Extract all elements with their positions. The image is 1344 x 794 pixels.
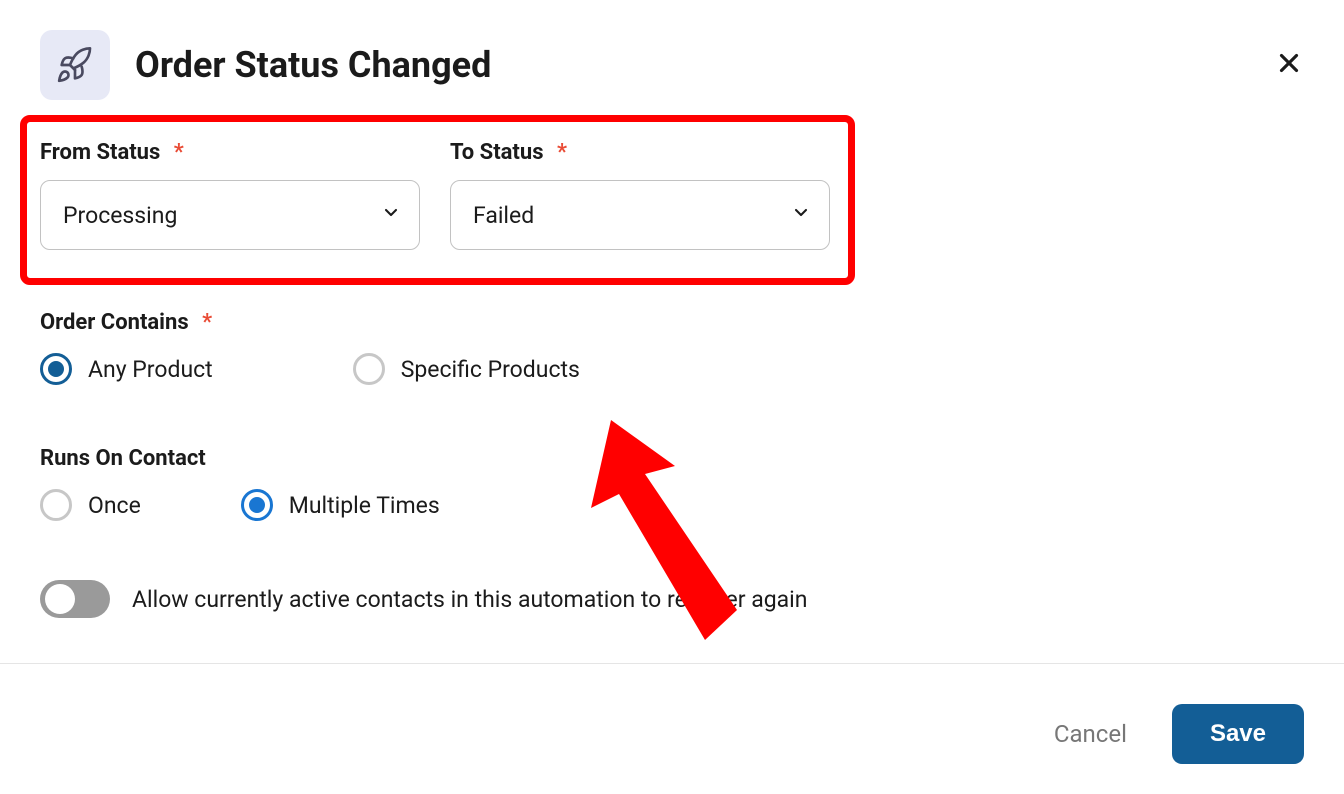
radio-once[interactable]: Once [40,489,141,521]
dialog-title: Order Status Changed [135,44,491,86]
radio-indicator [40,489,72,521]
runs-on-contact-label: Runs On Contact [40,446,440,471]
status-select-row: From Status * Processing To Status * Fai… [40,140,830,250]
order-contains-label: Order Contains * [40,310,580,335]
from-status-value: Processing [63,202,177,229]
cancel-button[interactable]: Cancel [1054,720,1127,748]
runs-on-contact-label-text: Runs On Contact [40,446,206,471]
order-contains-section: Order Contains * Any Product Specific Pr… [40,310,580,385]
radio-any-product-label: Any Product [88,356,213,383]
radio-specific-products[interactable]: Specific Products [353,353,580,385]
runs-on-contact-options: Once Multiple Times [40,489,440,521]
chevron-down-icon [791,202,811,229]
to-status-label-text: To Status [450,140,544,165]
radio-indicator [40,353,72,385]
radio-multiple-times-label: Multiple Times [289,492,440,519]
required-asterisk: * [557,140,567,165]
radio-once-label: Once [88,492,141,519]
allow-reenter-toggle[interactable] [40,580,110,618]
save-button[interactable]: Save [1172,704,1304,764]
dialog-footer: Cancel Save [1054,704,1304,764]
rocket-icon [40,30,110,100]
allow-reenter-row: Allow currently active contacts in this … [40,580,807,618]
from-status-label-text: From Status [40,140,160,165]
dialog-header: Order Status Changed [40,30,1304,100]
order-contains-options: Any Product Specific Products [40,353,580,385]
to-status-field: To Status * Failed [450,140,830,250]
to-status-label: To Status * [450,140,830,165]
close-button[interactable] [1274,48,1304,82]
to-status-select[interactable]: Failed [450,180,830,250]
from-status-label: From Status * [40,140,450,165]
radio-specific-products-label: Specific Products [401,356,580,383]
from-status-field: From Status * Processing [40,140,450,250]
radio-indicator [353,353,385,385]
radio-any-product[interactable]: Any Product [40,353,213,385]
header-left: Order Status Changed [40,30,491,100]
toggle-knob [45,584,75,614]
to-status-value: Failed [473,202,534,229]
dialog-order-status-changed: Order Status Changed From Status * Proce… [0,0,1344,794]
required-asterisk: * [174,140,184,165]
radio-multiple-times[interactable]: Multiple Times [241,489,440,521]
radio-indicator [241,489,273,521]
order-contains-label-text: Order Contains [40,310,189,335]
from-status-select[interactable]: Processing [40,180,420,250]
allow-reenter-label: Allow currently active contacts in this … [132,586,807,613]
chevron-down-icon [381,202,401,229]
footer-divider [0,663,1344,664]
runs-on-contact-section: Runs On Contact Once Multiple Times [40,446,440,521]
required-asterisk: * [202,310,212,335]
